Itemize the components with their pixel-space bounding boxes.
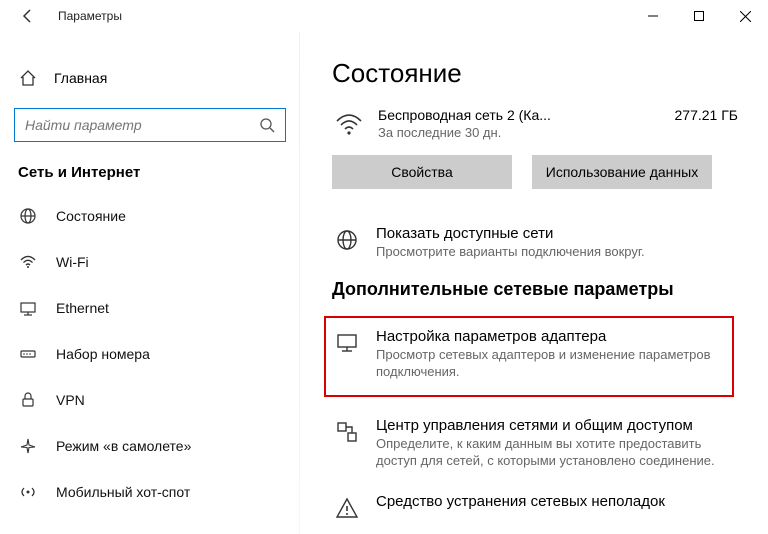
sidebar-item-dialup[interactable]: Набор номера	[0, 331, 300, 377]
entry-title: Центр управления сетями и общим доступом	[376, 417, 738, 434]
sharing-center-link[interactable]: Центр управления сетями и общим доступом…	[332, 411, 738, 488]
adapter-settings-link[interactable]: Настройка параметров адаптера Просмотр с…	[332, 328, 726, 381]
properties-button[interactable]: Свойства	[332, 155, 512, 189]
troubleshoot-link[interactable]: Средство устранения сетевых неполадок	[332, 487, 738, 534]
back-button[interactable]	[18, 6, 38, 26]
sidebar: Главная Сеть и Интернет Состояние Wi-Fi …	[0, 32, 300, 534]
advanced-header: Дополнительные сетевые параметры	[332, 279, 738, 300]
globe-icon	[18, 206, 38, 226]
sidebar-item-vpn[interactable]: VPN	[0, 377, 300, 423]
search-icon	[259, 117, 275, 133]
entry-title: Показать доступные сети	[376, 225, 645, 242]
warning-icon	[332, 493, 362, 523]
home-icon	[18, 68, 38, 88]
minimize-button[interactable]	[630, 0, 676, 32]
sidebar-item-hotspot[interactable]: Мобильный хот-спот	[0, 469, 300, 515]
network-summary: Беспроводная сеть 2 (Ка... За последние …	[332, 107, 738, 141]
sidebar-item-ethernet[interactable]: Ethernet	[0, 285, 300, 331]
entry-title: Настройка параметров адаптера	[376, 328, 726, 345]
close-button[interactable]	[722, 0, 768, 32]
ethernet-icon	[18, 298, 38, 318]
home-link[interactable]: Главная	[0, 60, 300, 96]
entry-title: Средство устранения сетевых неполадок	[376, 493, 665, 510]
sidebar-item-label: Состояние	[56, 208, 126, 224]
page-title: Состояние	[332, 58, 738, 89]
wifi-icon	[18, 252, 38, 272]
entry-desc: Просмотрите варианты подключения вокруг.	[376, 244, 645, 261]
main-content: Состояние Беспроводная сеть 2 (Ка... За …	[300, 32, 768, 534]
network-usage: 277.21 ГБ	[675, 107, 738, 123]
sidebar-item-label: Ethernet	[56, 300, 109, 316]
titlebar: Параметры	[0, 0, 768, 32]
vpn-icon	[18, 390, 38, 410]
dialup-icon	[18, 344, 38, 364]
entry-desc: Просмотр сетевых адаптеров и изменение п…	[376, 347, 726, 381]
adapter-icon	[332, 328, 362, 358]
entry-desc: Определите, к каким данным вы хотите пре…	[376, 436, 738, 470]
sidebar-item-label: Режим «в самолете»	[56, 438, 191, 454]
available-networks-link[interactable]: Показать доступные сети Просмотрите вари…	[332, 219, 738, 279]
sidebar-item-label: Мобильный хот-спот	[56, 484, 190, 500]
sidebar-item-label: Набор номера	[56, 346, 150, 362]
data-usage-button[interactable]: Использование данных	[532, 155, 712, 189]
wifi-large-icon	[332, 107, 366, 141]
network-name: Беспроводная сеть 2 (Ка...	[378, 107, 551, 123]
network-subtitle: За последние 30 дн.	[378, 125, 551, 140]
search-box[interactable]	[14, 108, 286, 142]
window-title: Параметры	[58, 9, 122, 23]
sidebar-item-status[interactable]: Состояние	[0, 193, 300, 239]
sidebar-item-airplane[interactable]: Режим «в самолете»	[0, 423, 300, 469]
sidebar-item-label: Wi-Fi	[56, 254, 89, 270]
maximize-button[interactable]	[676, 0, 722, 32]
sharing-icon	[332, 417, 362, 447]
sidebar-section-title: Сеть и Интернет	[0, 160, 300, 193]
airplane-icon	[18, 436, 38, 456]
sidebar-item-wifi[interactable]: Wi-Fi	[0, 239, 300, 285]
hotspot-icon	[18, 482, 38, 502]
home-label: Главная	[54, 70, 107, 86]
sidebar-item-label: VPN	[56, 392, 85, 408]
search-input[interactable]	[25, 117, 259, 133]
adapter-settings-highlight: Настройка параметров адаптера Просмотр с…	[324, 316, 734, 397]
globe-icon	[332, 225, 362, 255]
